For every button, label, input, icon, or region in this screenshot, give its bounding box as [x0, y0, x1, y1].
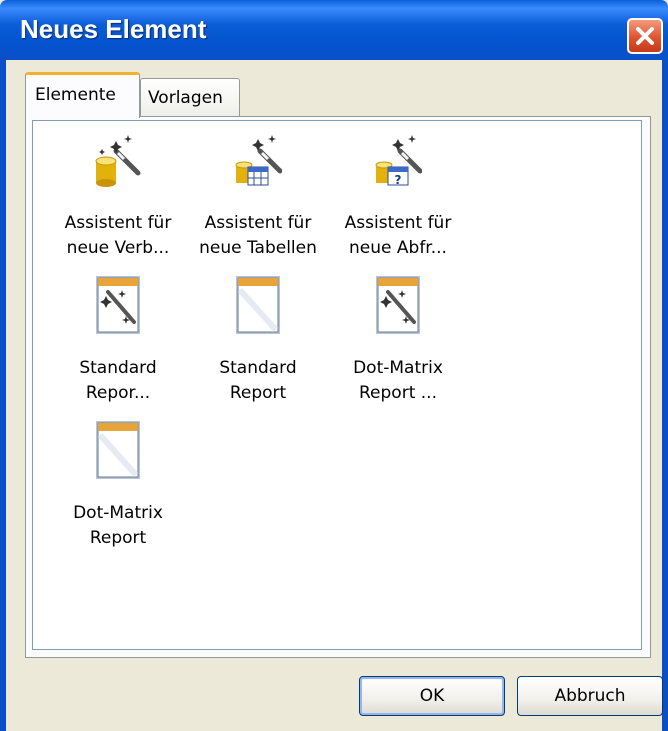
- item-wizard-query[interactable]: ? Assistent für neue Abfr...: [323, 131, 473, 271]
- item-wizard-table[interactable]: Assistent für neue Tabellen: [183, 131, 333, 271]
- item-label: Dot-Matrix Report ...: [353, 358, 443, 403]
- tab-elemente[interactable]: Elemente: [25, 72, 140, 118]
- wizard-query-icon: ?: [375, 135, 422, 187]
- item-dot-matrix-report-wizard[interactable]: Dot-Matrix Report ...: [323, 276, 473, 416]
- items-list-view[interactable]: Assistent für neue Verb... Assistent für…: [32, 120, 642, 650]
- title-bar[interactable]: Neues Element: [0, 0, 668, 60]
- item-label: Assistent für neue Verb...: [64, 213, 172, 258]
- report-icon: [96, 421, 140, 479]
- tab-vorlagen-label: Vorlagen: [148, 88, 223, 108]
- cancel-button[interactable]: Abbruch: [517, 676, 663, 716]
- close-button[interactable]: [627, 18, 663, 54]
- svg-text:?: ?: [395, 173, 402, 187]
- item-standard-report[interactable]: Standard Report: [183, 276, 333, 416]
- item-label: Assistent für neue Abfr...: [344, 213, 452, 258]
- report-icon: [236, 276, 280, 334]
- item-wizard-connection[interactable]: Assistent für neue Verb...: [43, 131, 193, 271]
- window-frame-left: [0, 60, 6, 731]
- new-element-dialog: Neues Element Elemente Vorlagen Assisten…: [0, 0, 668, 731]
- close-icon: [636, 27, 654, 45]
- report-wizard-icon: [96, 276, 140, 334]
- ok-button[interactable]: OK: [359, 676, 505, 716]
- item-dot-matrix-report[interactable]: Dot-Matrix Report: [43, 421, 193, 561]
- item-label: Standard Report: [219, 358, 297, 403]
- item-label: Assistent für neue Tabellen: [199, 213, 317, 258]
- item-label: Dot-Matrix Report: [73, 503, 163, 548]
- item-standard-report-wizard[interactable]: Standard Repor...: [43, 276, 193, 416]
- report-wizard-icon: [376, 276, 420, 334]
- window-frame-right: [662, 60, 668, 731]
- tab-vorlagen[interactable]: Vorlagen: [140, 78, 240, 118]
- item-label: Standard Repor...: [79, 358, 157, 403]
- tab-elemente-label: Elemente: [35, 85, 116, 105]
- window-title: Neues Element: [20, 14, 207, 44]
- wizard-table-icon: [235, 135, 282, 186]
- wizard-database-icon: [95, 135, 141, 187]
